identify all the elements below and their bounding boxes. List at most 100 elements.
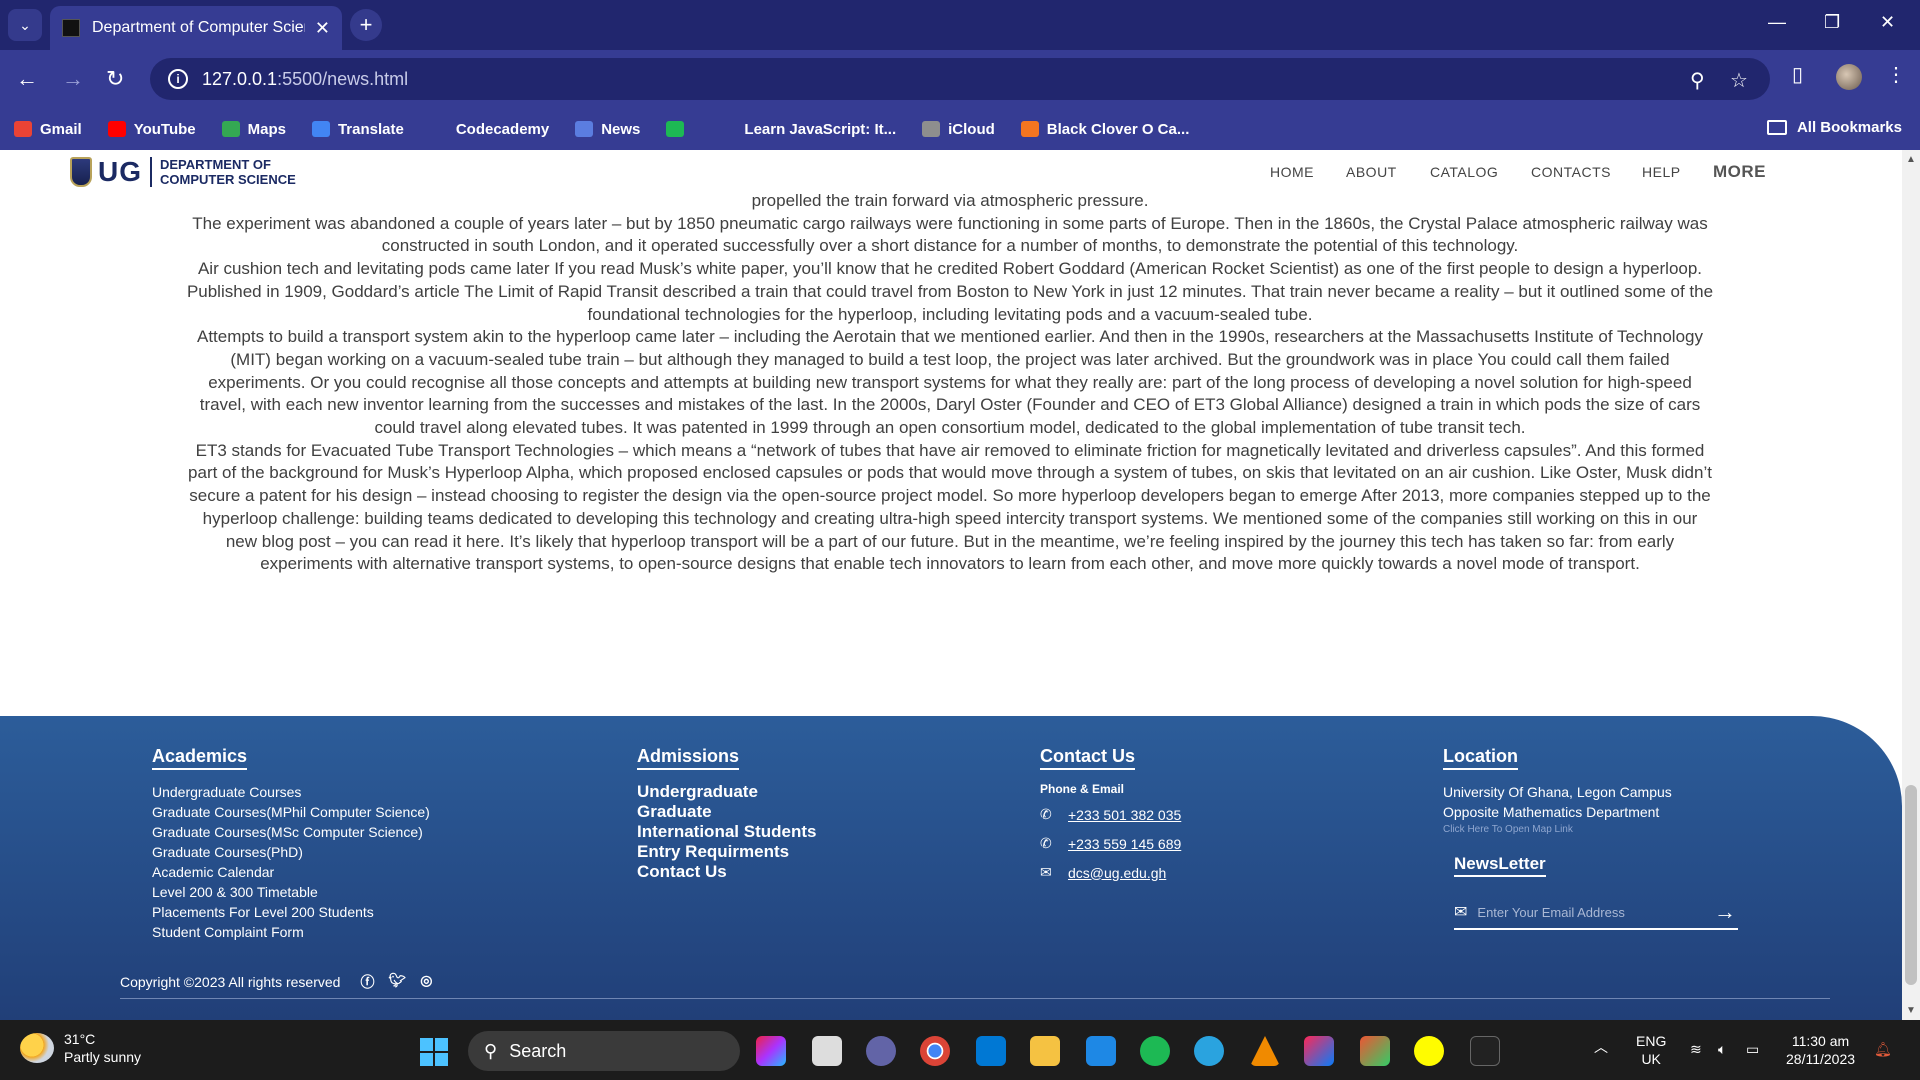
bookmark-item[interactable]: Maps [221, 121, 286, 138]
vlc-icon[interactable] [1250, 1036, 1280, 1066]
footer-location: Location University Of Ghana, Legon Camp… [1443, 746, 1672, 835]
telegram-icon[interactable] [1194, 1036, 1224, 1066]
bookmark-item[interactable]: iCloud [922, 121, 995, 138]
forward-arrow-icon[interactable]: → [62, 66, 84, 92]
academics-link[interactable]: Undergraduate Courses [152, 782, 430, 802]
page-scrollbar[interactable]: ▲ ▼ [1902, 150, 1920, 1020]
newsletter-email-input[interactable] [1477, 904, 1714, 920]
bookmark-item[interactable]: Translate [311, 121, 404, 138]
facebook-icon[interactable]: ⓕ [360, 972, 374, 992]
academics-link[interactable]: Academic Calendar [152, 862, 430, 882]
tab-close-icon[interactable]: ✕ [315, 18, 330, 39]
social-links: ⓕ 🐦︎ ◎ [360, 972, 446, 992]
academics-link[interactable]: Graduate Courses(PhD) [152, 842, 430, 862]
bookmark-item[interactable]: News [575, 121, 640, 138]
article-paragraph: The experiment was abandoned a couple of… [192, 213, 1708, 256]
notification-bell-icon[interactable]: 🔔︎ [1874, 1040, 1892, 1058]
all-bookmarks-button[interactable]: All Bookmarks [1766, 119, 1902, 136]
admissions-link[interactable]: International Students [637, 822, 816, 842]
copilot-icon[interactable] [756, 1036, 786, 1066]
clock-date: 28/11/2023 [1786, 1051, 1856, 1067]
nav-catalog[interactable]: CATALOG [1430, 164, 1498, 180]
language-indicator[interactable]: ENG UK [1636, 1032, 1666, 1068]
battery-icon[interactable]: ▭ [1746, 1040, 1759, 1058]
scroll-up-icon[interactable]: ▲ [1906, 154, 1916, 165]
side-panel-icon[interactable]: ▯ [1792, 62, 1803, 87]
nav-help[interactable]: HELP [1642, 164, 1681, 180]
volume-icon[interactable]: 🔈︎ [1718, 1040, 1726, 1058]
address-bar[interactable]: i 127.0.0.1:5500/news.html ⚲ ☆ [150, 58, 1770, 100]
new-tab-button[interactable]: + [350, 9, 382, 41]
logo-short: UG [98, 156, 142, 187]
zoom-icon[interactable]: ⚲ [1690, 68, 1705, 93]
bookmark-item[interactable]: Codecademy [429, 121, 549, 138]
nav-more[interactable]: MORE [1713, 162, 1766, 182]
bookmark-item[interactable]: YouTube [107, 121, 196, 138]
instagram-icon[interactable]: ◎ [420, 972, 432, 992]
academics-link[interactable]: Graduate Courses(MPhil Computer Science) [152, 802, 430, 822]
bookmark-item[interactable]: Gmail [14, 121, 82, 138]
terminal-icon[interactable] [1470, 1036, 1500, 1066]
article-paragraph: ET3 stands for Evacuated Tube Transport … [188, 440, 1712, 574]
spotify-icon[interactable] [1140, 1036, 1170, 1066]
profile-avatar[interactable] [1836, 64, 1862, 90]
scroll-down-icon[interactable]: ▼ [1906, 1005, 1916, 1016]
logo-line-2: COMPUTER SCIENCE [160, 172, 296, 187]
browser-tab-active[interactable]: Department of Computer Scien ✕ [50, 6, 342, 50]
windows-start-icon[interactable] [420, 1038, 448, 1066]
map-link[interactable]: Click Here To Open Map Link [1443, 824, 1672, 835]
wifi-icon[interactable]: ≋ [1690, 1040, 1702, 1058]
academics-link[interactable]: Graduate Courses(MSc Computer Science) [152, 822, 430, 842]
file-explorer-icon[interactable] [1030, 1036, 1060, 1066]
admissions-link[interactable]: Graduate [637, 802, 816, 822]
email-value: dcs@ug.edu.gh [1068, 864, 1167, 881]
submit-arrow-icon[interactable]: → [1714, 899, 1736, 925]
admissions-link[interactable]: Contact Us [637, 862, 816, 882]
nav-about[interactable]: ABOUT [1346, 164, 1397, 180]
scrollbar-thumb[interactable] [1905, 785, 1917, 985]
admissions-link[interactable]: Entry Requirments [637, 842, 816, 862]
weather-widget[interactable]: 31°C Partly sunny [20, 1030, 141, 1066]
logo-department: DEPARTMENT OF COMPUTER SCIENCE [150, 157, 296, 187]
bookmark-item[interactable] [666, 121, 692, 137]
nav-contacts[interactable]: CONTACTS [1531, 164, 1611, 180]
weather-temp: 31°C [64, 1031, 96, 1047]
teams-icon[interactable] [866, 1036, 896, 1066]
clock[interactable]: 11:30 am 28/11/2023 [1786, 1032, 1855, 1068]
maps-icon [221, 121, 240, 137]
bookmark-star-icon[interactable]: ☆ [1730, 68, 1748, 93]
snapchat-icon[interactable] [1414, 1036, 1444, 1066]
admissions-link[interactable]: Undergraduate [637, 782, 816, 802]
intellij-icon[interactable] [1304, 1036, 1334, 1066]
git-icon[interactable] [1360, 1036, 1390, 1066]
reload-icon[interactable]: ↻ [106, 66, 124, 92]
task-view-icon[interactable] [812, 1036, 842, 1066]
email-link[interactable]: ✉ dcs@ug.edu.gh [1040, 864, 1181, 881]
tab-search-button[interactable]: ⌄ [8, 9, 42, 41]
academics-link[interactable]: Placements For Level 200 Students [152, 902, 430, 922]
phone-1-link[interactable]: ✆ +233 501 382 035 [1040, 806, 1181, 823]
bookmark-item[interactable]: Black Clover O Ca... [1020, 121, 1189, 138]
nav-home[interactable]: HOME [1270, 164, 1314, 180]
gmail-icon [14, 121, 32, 137]
tray-chevron-icon[interactable]: ︿ [1594, 1038, 1608, 1056]
taskbar-search[interactable]: ⚲ Search [468, 1031, 740, 1071]
lang-code: ENG [1636, 1033, 1667, 1049]
browser-menu-icon[interactable]: ⋮ [1886, 62, 1906, 87]
back-arrow-icon[interactable]: ← [16, 66, 38, 92]
chrome-icon[interactable] [920, 1036, 950, 1066]
site-logo[interactable]: UG DEPARTMENT OF COMPUTER SCIENCE [70, 156, 296, 188]
bookmark-item[interactable]: Learn JavaScript: It... [718, 121, 896, 138]
close-window-icon[interactable]: ✕ [1880, 12, 1895, 33]
vscode-icon[interactable] [976, 1036, 1006, 1066]
app-icon[interactable] [1086, 1036, 1116, 1066]
newsletter-section: NewsLetter [1454, 854, 1546, 877]
academics-link[interactable]: Level 200 & 300 Timetable [152, 882, 430, 902]
minimize-icon[interactable]: — [1768, 12, 1786, 33]
phone-2-link[interactable]: ✆ +233 559 145 689 [1040, 835, 1181, 852]
twitter-icon[interactable]: 🐦︎ [388, 972, 406, 992]
site-info-icon[interactable]: i [168, 69, 188, 89]
restore-icon[interactable]: ❐ [1824, 12, 1840, 33]
phone-1-value: +233 501 382 035 [1068, 806, 1182, 823]
academics-link[interactable]: Student Complaint Form [152, 922, 430, 942]
